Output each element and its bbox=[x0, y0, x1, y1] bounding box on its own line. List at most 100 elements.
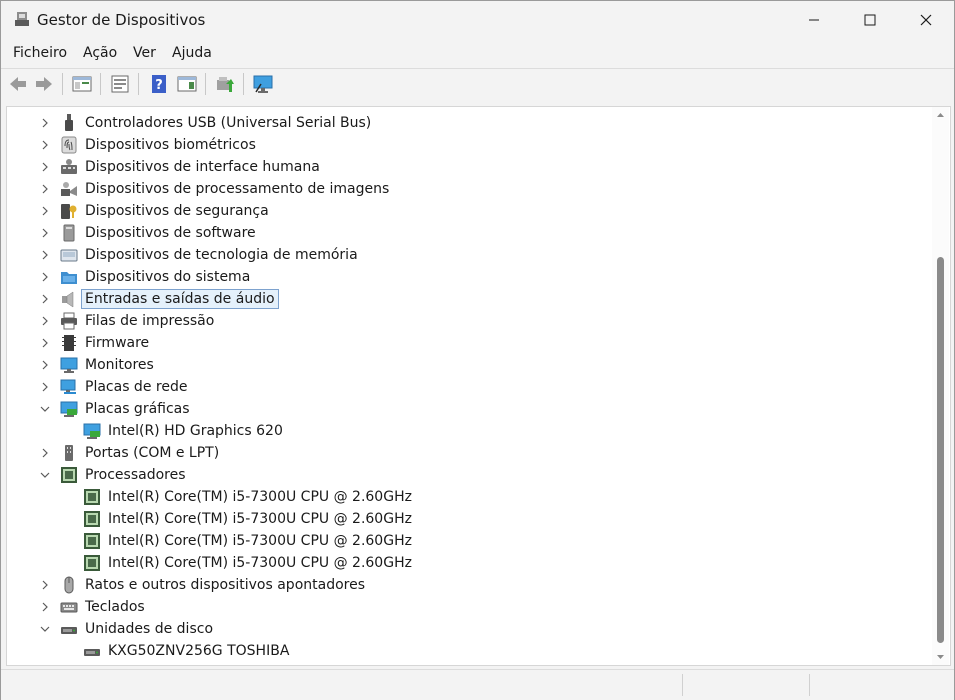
chevron-right-icon[interactable] bbox=[37, 599, 53, 615]
chevron-right-icon[interactable] bbox=[37, 335, 53, 351]
tree-item-label[interactable]: Dispositivos de software bbox=[85, 224, 256, 242]
toolbar-separator bbox=[205, 73, 206, 95]
tree-item-label[interactable]: Ratos e outros dispositivos apontadores bbox=[85, 576, 365, 594]
tree-item-label[interactable]: Dispositivos de interface humana bbox=[85, 158, 320, 176]
device-category-row[interactable]: Dispositivos de segurança bbox=[7, 200, 907, 222]
scrollbar-thumb[interactable] bbox=[937, 257, 944, 643]
chevron-down-icon[interactable] bbox=[37, 621, 53, 637]
keyboard-icon bbox=[60, 602, 78, 613]
device-category-row[interactable]: Filas de impressão bbox=[7, 310, 907, 332]
scroll-down-arrow-icon[interactable] bbox=[936, 652, 945, 661]
chevron-right-icon[interactable] bbox=[37, 247, 53, 263]
help-button[interactable]: ? bbox=[147, 72, 171, 96]
tree-item-label[interactable]: Intel(R) Core(TM) i5-7300U CPU @ 2.60GHz bbox=[108, 488, 412, 506]
device-row[interactable]: Intel(R) Core(TM) i5-7300U CPU @ 2.60GHz bbox=[7, 508, 907, 530]
device-category-row[interactable]: Monitores bbox=[7, 354, 907, 376]
device-category-row[interactable]: Dispositivos de processamento de imagens bbox=[7, 178, 907, 200]
action-pane-button[interactable] bbox=[175, 72, 199, 96]
security-key-icon bbox=[61, 204, 77, 219]
device-row[interactable]: KXG50ZNV256G TOSHIBA bbox=[7, 640, 907, 662]
chevron-down-icon[interactable] bbox=[37, 467, 53, 483]
menu-file[interactable]: Ficheiro bbox=[13, 45, 67, 61]
close-button[interactable] bbox=[898, 1, 954, 39]
device-category-row[interactable]: Ratos e outros dispositivos apontadores bbox=[7, 574, 907, 596]
tree-item-label[interactable]: Placas de rede bbox=[85, 378, 187, 396]
tree-item-label[interactable]: Dispositivos biométricos bbox=[85, 136, 256, 154]
device-category-row[interactable]: Dispositivos de tecnologia de memória bbox=[7, 244, 907, 266]
device-category-row[interactable]: Placas gráficas bbox=[7, 398, 907, 420]
forward-button[interactable] bbox=[32, 72, 56, 96]
chevron-right-icon[interactable] bbox=[37, 115, 53, 131]
device-row[interactable]: Intel(R) HD Graphics 620 bbox=[7, 420, 907, 442]
device-row[interactable]: Intel(R) Core(TM) i5-7300U CPU @ 2.60GHz bbox=[7, 552, 907, 574]
device-category-row[interactable]: Dispositivos biométricos bbox=[7, 134, 907, 156]
update-driver-button[interactable] bbox=[213, 72, 237, 96]
tree-item-label[interactable]: Portas (COM e LPT) bbox=[85, 444, 219, 462]
device-category-row[interactable]: Unidades de disco bbox=[7, 618, 907, 640]
device-row[interactable]: Intel(R) Core(TM) i5-7300U CPU @ 2.60GHz bbox=[7, 530, 907, 552]
chevron-right-icon[interactable] bbox=[37, 577, 53, 593]
tree-item-label[interactable]: Dispositivos de tecnologia de memória bbox=[85, 246, 358, 264]
tree-item-label[interactable]: Entradas e saídas de áudio bbox=[81, 289, 279, 309]
tree-item-label[interactable]: Controladores USB (Universal Serial Bus) bbox=[85, 114, 371, 132]
window-title: Gestor de Dispositivos bbox=[37, 11, 206, 29]
properties-button[interactable] bbox=[108, 72, 132, 96]
scan-hardware-button[interactable] bbox=[251, 72, 275, 96]
device-category-row[interactable]: Controladores USB (Universal Serial Bus) bbox=[7, 112, 907, 134]
chevron-right-icon[interactable] bbox=[37, 379, 53, 395]
tree-item-label[interactable]: Monitores bbox=[85, 356, 154, 374]
tree-item-label[interactable]: Dispositivos do sistema bbox=[85, 268, 250, 286]
chevron-right-icon[interactable] bbox=[37, 291, 53, 307]
chevron-right-icon[interactable] bbox=[37, 181, 53, 197]
chevron-right-icon[interactable] bbox=[37, 313, 53, 329]
processor-icon bbox=[84, 511, 100, 527]
vertical-scrollbar[interactable] bbox=[932, 107, 949, 665]
tree-item-label[interactable]: Intel(R) Core(TM) i5-7300U CPU @ 2.60GHz bbox=[108, 554, 412, 572]
chevron-right-icon[interactable] bbox=[37, 269, 53, 285]
status-bar-divider bbox=[682, 674, 683, 696]
tree-item-label[interactable]: Teclados bbox=[85, 598, 145, 616]
chevron-right-icon[interactable] bbox=[37, 137, 53, 153]
chevron-down-icon[interactable] bbox=[37, 401, 53, 417]
tree-item-label[interactable]: KXG50ZNV256G TOSHIBA bbox=[108, 642, 289, 660]
menu-view[interactable]: Ver bbox=[133, 45, 156, 61]
device-category-row[interactable]: Portas (COM e LPT) bbox=[7, 442, 907, 464]
tree-item-label[interactable]: Intel(R) Core(TM) i5-7300U CPU @ 2.60GHz bbox=[108, 510, 412, 528]
menu-help[interactable]: Ajuda bbox=[172, 45, 212, 61]
device-category-row[interactable]: Entradas e saídas de áudio bbox=[7, 288, 907, 310]
device-category-row[interactable]: Processadores bbox=[7, 464, 907, 486]
tree-item-label[interactable]: Firmware bbox=[85, 334, 149, 352]
chevron-right-icon[interactable] bbox=[37, 159, 53, 175]
tree-item-label[interactable]: Filas de impressão bbox=[85, 312, 214, 330]
port-icon bbox=[65, 445, 73, 461]
show-hide-tree-button[interactable] bbox=[70, 72, 94, 96]
device-category-row[interactable]: Dispositivos de software bbox=[7, 222, 907, 244]
scan-hardware-icon bbox=[253, 75, 273, 93]
tree-item-label[interactable]: Placas gráficas bbox=[85, 400, 190, 418]
back-arrow-icon bbox=[10, 77, 26, 91]
chevron-right-icon[interactable] bbox=[37, 445, 53, 461]
tree-item-label[interactable]: Intel(R) Core(TM) i5-7300U CPU @ 2.60GHz bbox=[108, 532, 412, 550]
processor-icon bbox=[84, 489, 100, 505]
maximize-button[interactable] bbox=[842, 1, 898, 39]
device-category-row[interactable]: Firmware bbox=[7, 332, 907, 354]
device-category-row[interactable]: Dispositivos de interface humana bbox=[7, 156, 907, 178]
tree-item-label[interactable]: Unidades de disco bbox=[85, 620, 213, 638]
scroll-up-arrow-icon[interactable] bbox=[936, 111, 945, 120]
usb-icon bbox=[65, 114, 73, 131]
chevron-right-icon[interactable] bbox=[37, 357, 53, 373]
back-button[interactable] bbox=[6, 72, 30, 96]
minimize-button[interactable] bbox=[786, 1, 842, 39]
device-row[interactable]: Intel(R) Core(TM) i5-7300U CPU @ 2.60GHz bbox=[7, 486, 907, 508]
tree-item-label[interactable]: Processadores bbox=[85, 466, 186, 484]
chevron-right-icon[interactable] bbox=[37, 225, 53, 241]
device-category-row[interactable]: Dispositivos do sistema bbox=[7, 266, 907, 288]
chevron-right-icon[interactable] bbox=[37, 203, 53, 219]
device-category-row[interactable]: Teclados bbox=[7, 596, 907, 618]
tree-item-label[interactable]: Intel(R) HD Graphics 620 bbox=[108, 422, 283, 440]
status-bar bbox=[1, 669, 954, 700]
tree-item-label[interactable]: Dispositivos de processamento de imagens bbox=[85, 180, 389, 198]
tree-item-label[interactable]: Dispositivos de segurança bbox=[85, 202, 269, 220]
device-category-row[interactable]: Placas de rede bbox=[7, 376, 907, 398]
menu-action[interactable]: Ação bbox=[83, 45, 117, 61]
